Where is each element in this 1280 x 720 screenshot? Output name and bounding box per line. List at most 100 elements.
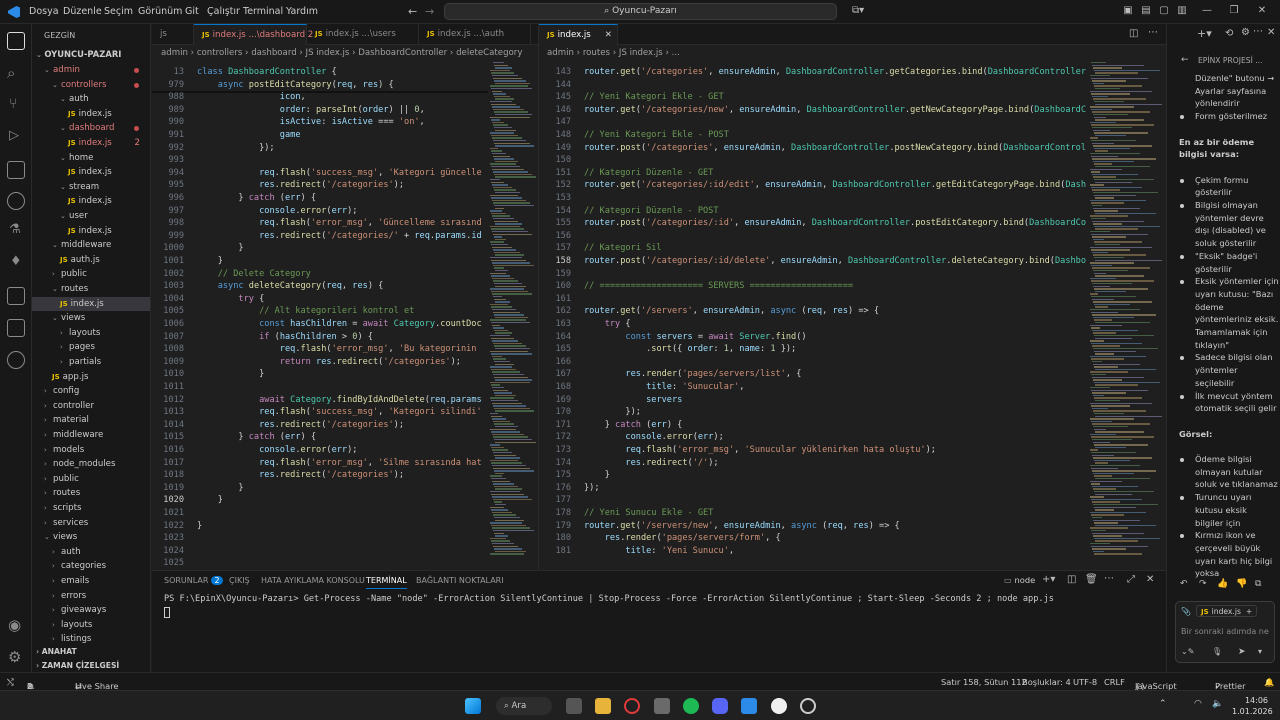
menu-item[interactable]: Görünüm xyxy=(138,6,182,17)
explorer-item[interactable]: ⌄ middleware xyxy=(32,238,150,252)
tray-overflow-icon[interactable]: ⌃ xyxy=(1159,699,1167,709)
code-line[interactable]: router.get('/categories', ensureAdmin, D… xyxy=(584,66,1086,79)
explorer-item[interactable]: › public xyxy=(32,472,150,486)
explorer-item[interactable]: JS index.js xyxy=(32,296,150,311)
code-line[interactable]: res.render('pages/servers/form', { xyxy=(584,532,781,545)
restore-icon[interactable]: ❐ xyxy=(1227,4,1241,18)
code-line[interactable]: const hasChildren = await Category.count… xyxy=(197,318,482,331)
menu-item[interactable]: Düzenle xyxy=(63,6,102,17)
layout-editor-icon[interactable]: ▢ xyxy=(1157,4,1171,18)
layout-sidebar-icon[interactable]: ▣ xyxy=(1121,4,1135,18)
explorer-item[interactable]: › scripts xyxy=(32,501,150,515)
close-tab-icon[interactable]: ✕ xyxy=(605,30,612,40)
code-line[interactable]: req.flash('error_msg', 'Silme sırasında … xyxy=(197,457,482,470)
explorer-item[interactable]: ⌄ admin xyxy=(32,63,150,77)
close-panel-icon[interactable]: ✕ xyxy=(1146,574,1154,585)
redo-icon[interactable]: ↷ xyxy=(1199,579,1207,589)
code-line[interactable]: } xyxy=(197,255,223,268)
testing-icon[interactable]: ⚗ xyxy=(9,222,21,237)
explorer-item[interactable]: › giveaways xyxy=(32,603,150,617)
code-line[interactable]: } xyxy=(197,242,243,255)
panel-tab[interactable]: HATA AYIKLAMA KONSOLU xyxy=(261,576,365,585)
chat-more-icon[interactable]: ⋯ xyxy=(1253,26,1263,37)
add-context-icon[interactable]: + xyxy=(1246,607,1252,616)
terminal-output[interactable]: PS F:\EpinX\Oyuncu-Pazarı> Get-Process -… xyxy=(164,594,1054,604)
code-line[interactable]: async deleteCategory(req, res) { xyxy=(197,280,384,293)
code-line[interactable]: router.get('/categories/new', ensureAdmi… xyxy=(584,104,1086,117)
tab-dashboard-index[interactable]: JS index.js ...\dashboard 2 xyxy=(194,24,313,45)
code-line[interactable]: // Yeni Kategori Ekle - GET xyxy=(584,91,724,104)
discord-icon[interactable] xyxy=(712,698,728,714)
menu-item[interactable]: Çalıştır xyxy=(207,6,240,17)
panel-tab[interactable]: BAĞLANTI NOKTALARI xyxy=(416,576,504,585)
explorer-item[interactable]: JS index.js xyxy=(32,224,150,238)
chat-input[interactable]: Bir sonraki adımda ne xyxy=(1181,627,1269,636)
code-line[interactable]: try { xyxy=(197,293,264,306)
right-minimap[interactable] xyxy=(1090,62,1162,562)
code-line[interactable]: .sort({ order: 1, name: 1 }); xyxy=(584,343,796,356)
cursor-position[interactable]: Satır 158, Sütun 112 xyxy=(941,677,1027,687)
code-line[interactable]: title: 'Sunucular', xyxy=(584,381,744,394)
mongodb-icon[interactable]: ♦ xyxy=(10,254,22,269)
encoding[interactable]: UTF-8 xyxy=(1073,677,1097,687)
code-line[interactable]: res.redirect('/'); xyxy=(584,457,718,470)
kill-terminal-icon[interactable]: 🗑 xyxy=(1085,574,1098,585)
code-line[interactable]: } xyxy=(197,520,202,533)
explorer-item[interactable]: › controller xyxy=(32,399,150,413)
code-line[interactable]: // Kategori Sil xyxy=(584,242,662,255)
explorer-item[interactable]: JS index.js xyxy=(32,194,150,208)
send-options-icon[interactable]: ▾ xyxy=(1258,647,1262,656)
explorer-icon[interactable] xyxy=(7,32,25,50)
taskbar-search[interactable]: ⌕ Ara xyxy=(496,697,552,715)
explorer-item[interactable]: ⌄ views xyxy=(32,530,150,544)
undo-icon[interactable]: ↶ xyxy=(1180,579,1188,589)
explorer-item[interactable]: › material xyxy=(32,413,150,427)
terminal-name[interactable]: ▭ node xyxy=(1004,575,1035,585)
code-line[interactable]: // Kategori Düzenle - GET xyxy=(584,167,713,180)
close-window-icon[interactable]: ✕ xyxy=(1255,4,1269,18)
explorer-item[interactable]: › auth xyxy=(32,545,150,559)
panel-more-icon[interactable]: ⋯ xyxy=(1104,573,1114,584)
code-line[interactable]: // Delete Category xyxy=(197,268,311,281)
start-icon[interactable] xyxy=(465,698,481,714)
explorer-item[interactable]: JS auth.js xyxy=(32,253,150,267)
code-line[interactable]: return res.redirect('/categories'); xyxy=(197,356,461,369)
thumbs-down-icon[interactable]: 👎 xyxy=(1236,579,1247,589)
explorer-item[interactable]: › middleware xyxy=(32,428,150,442)
layout-aux-icon[interactable]: ▥ xyxy=(1175,4,1189,18)
explorer-item[interactable]: › node_modules xyxy=(32,457,150,471)
panel-tab[interactable]: ÇIKIŞ xyxy=(229,576,250,585)
code-line[interactable]: console.error(err); xyxy=(197,444,357,457)
code-line[interactable]: res.render('pages/servers/list', { xyxy=(584,368,801,381)
code-line[interactable]: } catch (err) { xyxy=(197,431,316,444)
new-chat-icon[interactable]: +▾ xyxy=(1197,27,1212,40)
code-line[interactable]: if (hasChildren > 0) { xyxy=(197,331,373,344)
menu-item[interactable]: Seçim xyxy=(104,6,133,17)
code-line[interactable]: router.post('/categories/:id', ensureAdm… xyxy=(584,217,1086,230)
code-line[interactable]: } catch (err) { xyxy=(584,419,683,432)
chatgpt-icon[interactable] xyxy=(800,698,816,714)
code-line[interactable]: }); xyxy=(584,482,600,495)
command-center[interactable]: ⌕ Oyuncu-Pazarı xyxy=(444,3,837,20)
code-line[interactable]: router.post('/categories', ensureAdmin, … xyxy=(584,142,1086,155)
code-line[interactable]: // Yeni Sunucu Ekle - GET xyxy=(584,507,713,520)
new-terminal-icon[interactable]: +▾ xyxy=(1042,574,1055,585)
source-control-icon[interactable]: ⑂ xyxy=(9,96,17,112)
explorer-item[interactable]: ⌄ home xyxy=(32,151,150,165)
menu-item[interactable]: Terminal xyxy=(243,6,283,17)
split-terminal-icon[interactable]: ◫ xyxy=(1067,574,1076,585)
explorer-item[interactable]: › layouts xyxy=(32,618,150,632)
eol[interactable]: CRLF xyxy=(1104,677,1125,687)
nav-back-icon[interactable]: ← xyxy=(408,5,417,18)
right-breadcrumb[interactable]: admin › routes › JS index.js › ... xyxy=(547,45,947,62)
menu-item[interactable]: Yardım xyxy=(286,6,318,17)
explorer-item[interactable]: › layouts xyxy=(32,326,150,340)
outline-section[interactable]: › ANAHAT xyxy=(36,647,77,656)
chat-input-box[interactable]: 📎 JS index.js + Bir sonraki adımda ne ⌄✎ 🎙… xyxy=(1175,601,1275,663)
explorer-item[interactable]: › errors xyxy=(32,589,150,603)
maximize-panel-icon[interactable]: ⤢ xyxy=(1127,574,1135,585)
more-actions-icon[interactable]: ⋯ xyxy=(1148,27,1158,38)
panel-tab[interactable]: TERMİNAL xyxy=(366,576,407,589)
left-code-editor[interactable]: 13 class DashboardController {979 async p… xyxy=(152,62,488,568)
code-line[interactable]: const servers = await Server.find() xyxy=(584,331,806,344)
